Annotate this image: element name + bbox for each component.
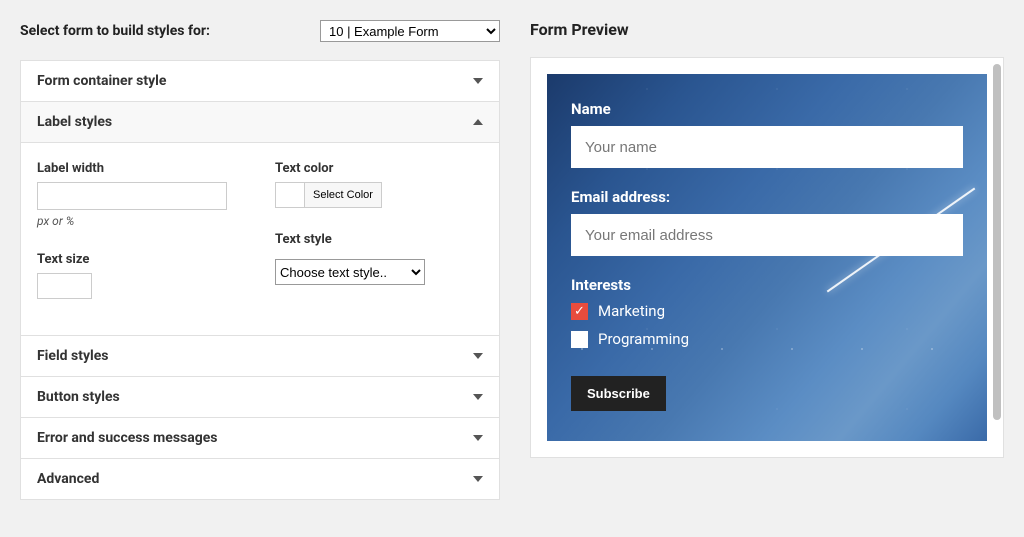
interest-label: Marketing: [598, 302, 665, 320]
chevron-down-icon: [473, 353, 483, 359]
accordion-label-styles[interactable]: Label styles: [21, 102, 499, 143]
chevron-down-icon: [473, 435, 483, 441]
accordion-field-styles[interactable]: Field styles: [21, 336, 499, 376]
preview-email-label: Email address:: [571, 188, 963, 206]
accordion-title: Form container style: [37, 73, 166, 89]
accordion-title: Advanced: [37, 471, 99, 487]
form-select[interactable]: 10 | Example Form: [320, 20, 500, 42]
form-selector-label: Select form to build styles for:: [20, 23, 320, 39]
text-color-label: Text color: [275, 161, 483, 176]
preview-email-input[interactable]: [571, 214, 963, 256]
checkbox-unchecked-icon: [571, 331, 588, 348]
scrollbar-thumb[interactable]: [993, 64, 1001, 420]
interest-label: Programming: [598, 330, 689, 348]
label-width-hint: px or %: [37, 214, 245, 228]
form-selector-row: Select form to build styles for: 10 | Ex…: [20, 20, 500, 42]
color-swatch[interactable]: [275, 182, 305, 208]
text-size-label: Text size: [37, 252, 245, 267]
accordion-title: Error and success messages: [37, 430, 217, 446]
chevron-down-icon: [473, 78, 483, 84]
chevron-down-icon: [473, 394, 483, 400]
label-width-label: Label width: [37, 161, 245, 176]
preview-scrollbar[interactable]: [993, 60, 1001, 455]
style-accordion: Form container style Label styles Label …: [20, 60, 500, 500]
chevron-down-icon: [473, 476, 483, 482]
text-size-input[interactable]: [37, 273, 92, 299]
accordion-form-container-style[interactable]: Form container style: [21, 61, 499, 101]
accordion-title: Label styles: [37, 114, 112, 130]
accordion-title: Field styles: [37, 348, 108, 364]
preview-form-background: Name Email address: Interests ✓ Marketin…: [547, 74, 987, 441]
accordion-title: Button styles: [37, 389, 120, 405]
preview-interests-label: Interests: [571, 276, 963, 294]
select-color-button[interactable]: Select Color: [305, 182, 382, 208]
text-style-select[interactable]: Choose text style..: [275, 259, 425, 285]
preview-name-input[interactable]: [571, 126, 963, 168]
form-preview-heading: Form Preview: [530, 20, 1004, 39]
preview-name-label: Name: [571, 100, 963, 118]
interest-programming-row[interactable]: Programming: [571, 330, 963, 348]
chevron-up-icon: [473, 119, 483, 125]
label-styles-panel: Label width px or % Text size Text color: [21, 143, 499, 335]
label-width-input[interactable]: [37, 182, 227, 210]
text-style-label: Text style: [275, 232, 483, 247]
form-preview-container: Name Email address: Interests ✓ Marketin…: [530, 57, 1004, 458]
checkbox-checked-icon: ✓: [571, 303, 588, 320]
interest-marketing-row[interactable]: ✓ Marketing: [571, 302, 963, 320]
accordion-button-styles[interactable]: Button styles: [21, 377, 499, 417]
accordion-error-success[interactable]: Error and success messages: [21, 418, 499, 458]
subscribe-button[interactable]: Subscribe: [571, 376, 666, 411]
accordion-advanced[interactable]: Advanced: [21, 459, 499, 499]
